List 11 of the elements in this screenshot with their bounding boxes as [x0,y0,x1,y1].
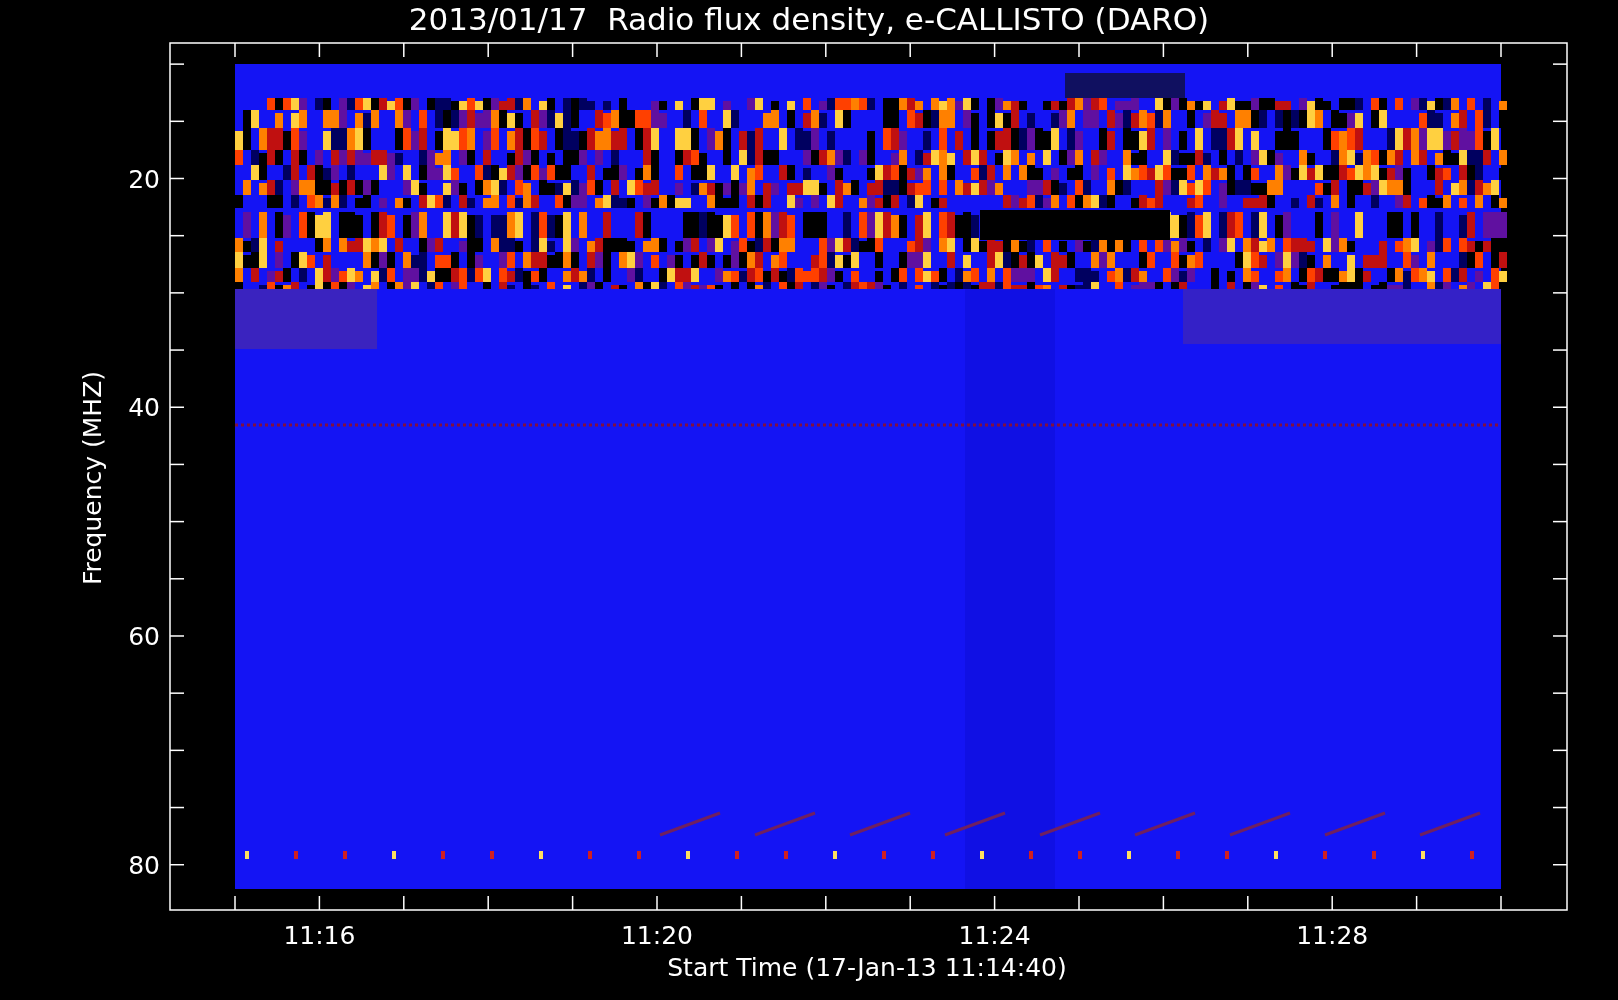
x-tick-label: 11:24 [958,921,1031,950]
x-tick-label: 11:16 [283,921,356,950]
chart-title: 2013/01/17 Radio flux density, e-CALLISTO (DARO) [408,1,1210,37]
y-tick-label: 80 [128,850,160,880]
x-tick-label: 11:28 [1296,921,1369,950]
y-axis-title: Frequency (MHZ) [78,370,107,586]
x-tick-label: 11:20 [621,921,693,950]
y-tick-label: 20 [128,164,160,194]
y-tick-label: 60 [128,622,160,651]
x-axis-title: Start Time (17-Jan-13 11:14:40) [667,953,1067,982]
y-tick-label: 40 [128,393,160,423]
